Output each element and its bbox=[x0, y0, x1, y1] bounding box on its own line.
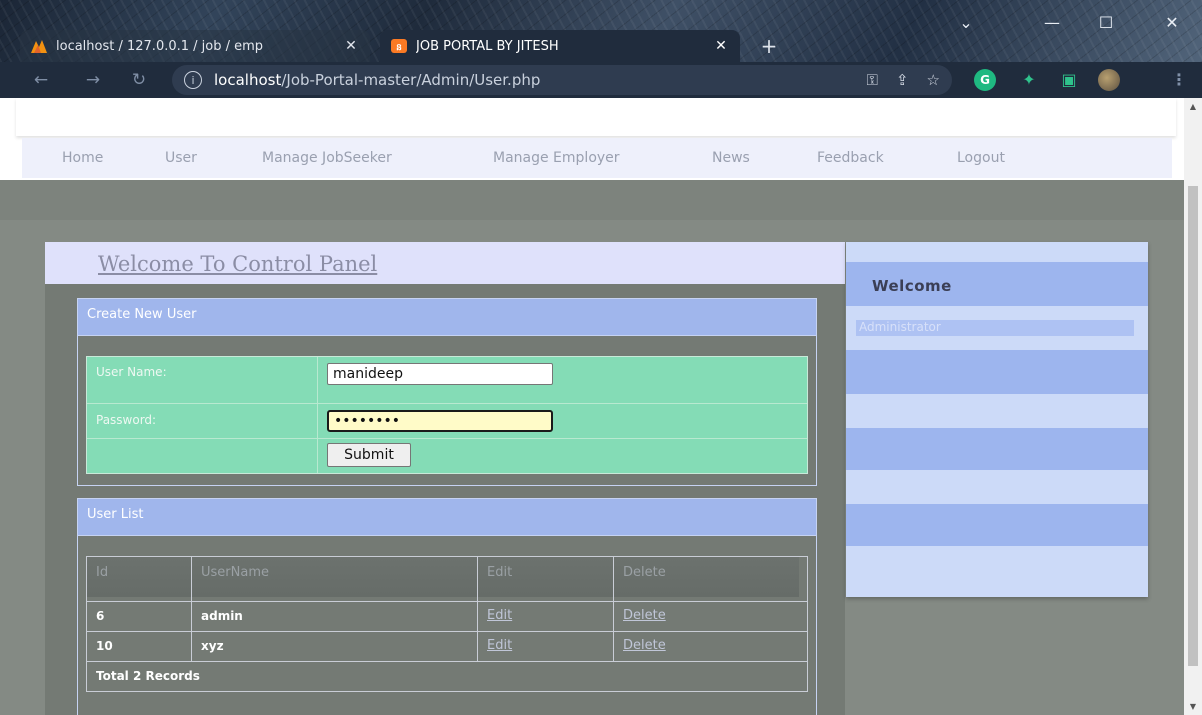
avatar[interactable] bbox=[1098, 69, 1120, 91]
username-label: User Name: bbox=[96, 365, 167, 379]
row-divider bbox=[87, 661, 807, 662]
sidebar-user: Administrator bbox=[856, 320, 1134, 336]
bookmark-star-icon[interactable]: ☆ bbox=[927, 71, 940, 89]
address-bar[interactable]: i localhost /Job-Portal-master/Admin/Use… bbox=[172, 65, 952, 95]
sidebar-band bbox=[846, 546, 1148, 597]
cell-id: 10 bbox=[96, 639, 113, 653]
cell-username: admin bbox=[201, 609, 243, 623]
create-user-form: User Name: Password: Submit bbox=[86, 356, 808, 474]
username-input[interactable] bbox=[327, 363, 553, 385]
banner-bar bbox=[0, 180, 1184, 220]
password-key-icon[interactable]: ⚿ bbox=[867, 71, 878, 89]
page-scrollbar[interactable]: ▲ ▼ bbox=[1184, 98, 1202, 715]
page-title[interactable]: Welcome To Control Panel bbox=[98, 252, 377, 276]
phpmyadmin-icon bbox=[31, 40, 47, 53]
url-host: localhost bbox=[214, 71, 282, 89]
grammarly-icon[interactable]: G bbox=[974, 69, 996, 91]
nav-manage-jobseeker[interactable]: Manage JobSeeker bbox=[262, 150, 392, 166]
user-list-heading: User List bbox=[77, 498, 817, 536]
col-header-username: UserName bbox=[192, 557, 477, 597]
submit-button[interactable]: Submit bbox=[327, 443, 411, 467]
create-user-box: User Name: Password: Submit bbox=[77, 336, 817, 486]
tab-title: localhost / 127.0.0.1 / job / emp bbox=[56, 38, 264, 54]
new-tab-icon[interactable]: + bbox=[756, 36, 782, 58]
extensions-icon[interactable]: ✦ bbox=[1018, 69, 1040, 91]
col-header-id: Id bbox=[87, 557, 191, 597]
nav-user[interactable]: User bbox=[165, 150, 197, 166]
cell-id: 6 bbox=[96, 609, 105, 623]
sidebar-band bbox=[846, 394, 1148, 428]
user-list-box: Id UserName Edit Delete 6 admin Edit Del… bbox=[77, 536, 817, 715]
sidebar-title: Welcome bbox=[872, 277, 952, 295]
table-row: Edit bbox=[478, 638, 613, 653]
cell-username: xyz bbox=[201, 639, 224, 653]
back-icon[interactable]: ← bbox=[30, 68, 52, 92]
tab-title: JOB PORTAL BY JITESH bbox=[416, 38, 559, 54]
nav-home[interactable]: Home bbox=[62, 150, 103, 166]
password-label: Password: bbox=[96, 413, 157, 427]
main-nav: Home User Manage JobSeeker Manage Employ… bbox=[22, 138, 1172, 178]
nav-news[interactable]: News bbox=[712, 150, 750, 166]
edit-link[interactable]: Edit bbox=[487, 638, 512, 653]
tab-job-portal[interactable]: ន JOB PORTAL BY JITESH ✕ bbox=[380, 30, 740, 62]
table-row: Delete bbox=[614, 638, 799, 653]
nav-logout[interactable]: Logout bbox=[957, 150, 1005, 166]
content-area: Welcome To Control Panel Create New User… bbox=[0, 220, 1184, 715]
user-table: Id UserName Edit Delete 6 admin Edit Del… bbox=[86, 556, 808, 692]
row-divider bbox=[87, 631, 807, 632]
total-records: Total 2 Records bbox=[96, 669, 200, 683]
page-viewport: Home User Manage JobSeeker Manage Employ… bbox=[0, 98, 1184, 715]
sidebar-band bbox=[846, 470, 1148, 504]
sidebar-band bbox=[846, 428, 1148, 470]
close-tab-icon[interactable]: ✕ bbox=[342, 38, 360, 54]
scroll-up-icon[interactable]: ▲ bbox=[1188, 102, 1198, 112]
browser-toolbar: ← → ↻ i localhost /Job-Portal-master/Adm… bbox=[0, 62, 1202, 98]
row-divider bbox=[87, 601, 807, 602]
scroll-thumb[interactable] bbox=[1188, 186, 1198, 666]
sidebar-band bbox=[846, 350, 1148, 394]
site-info-icon[interactable]: i bbox=[184, 71, 202, 89]
menu-icon[interactable]: ⋮ bbox=[1168, 69, 1190, 91]
tab-search-icon[interactable]: ⌄ bbox=[944, 6, 988, 40]
nav-feedback[interactable]: Feedback bbox=[817, 150, 884, 166]
column-divider bbox=[317, 357, 318, 473]
url-path: /Job-Portal-master/Admin/User.php bbox=[281, 71, 541, 89]
sidepanel-icon[interactable]: ▣ bbox=[1058, 69, 1080, 91]
close-tab-icon[interactable]: ✕ bbox=[712, 38, 730, 54]
sidebar-band bbox=[846, 242, 1148, 262]
main-panel: Welcome To Control Panel Create New User… bbox=[45, 242, 845, 715]
welcome-header: Welcome To Control Panel bbox=[45, 242, 845, 284]
xampp-icon: ន bbox=[391, 39, 407, 53]
delete-link[interactable]: Delete bbox=[623, 608, 666, 623]
nav-manage-employer[interactable]: Manage Employer bbox=[493, 150, 620, 166]
minimize-icon[interactable]: — bbox=[1030, 6, 1074, 40]
page-header bbox=[16, 98, 1176, 136]
scroll-down-icon[interactable]: ▼ bbox=[1188, 702, 1198, 712]
password-input[interactable] bbox=[327, 410, 553, 432]
reload-icon[interactable]: ↻ bbox=[128, 68, 150, 92]
tab-phpmyadmin[interactable]: localhost / 127.0.0.1 / job / emp ✕ bbox=[20, 30, 370, 62]
col-header-edit: Edit bbox=[478, 557, 613, 597]
table-row: Edit bbox=[478, 608, 613, 623]
svg-text:ន: ន bbox=[396, 43, 402, 53]
create-user-heading: Create New User bbox=[77, 298, 817, 336]
maximize-icon[interactable]: ☐ bbox=[1084, 6, 1128, 40]
col-header-delete: Delete bbox=[614, 557, 799, 597]
sidebar-band bbox=[846, 504, 1148, 546]
share-icon[interactable]: ⇪ bbox=[896, 71, 909, 89]
table-row: Delete bbox=[614, 608, 799, 623]
delete-link[interactable]: Delete bbox=[623, 638, 666, 653]
edit-link[interactable]: Edit bbox=[487, 608, 512, 623]
close-window-icon[interactable]: ✕ bbox=[1150, 6, 1194, 40]
sidebar: Welcome Administrator bbox=[846, 242, 1148, 597]
forward-icon[interactable]: → bbox=[82, 68, 104, 92]
